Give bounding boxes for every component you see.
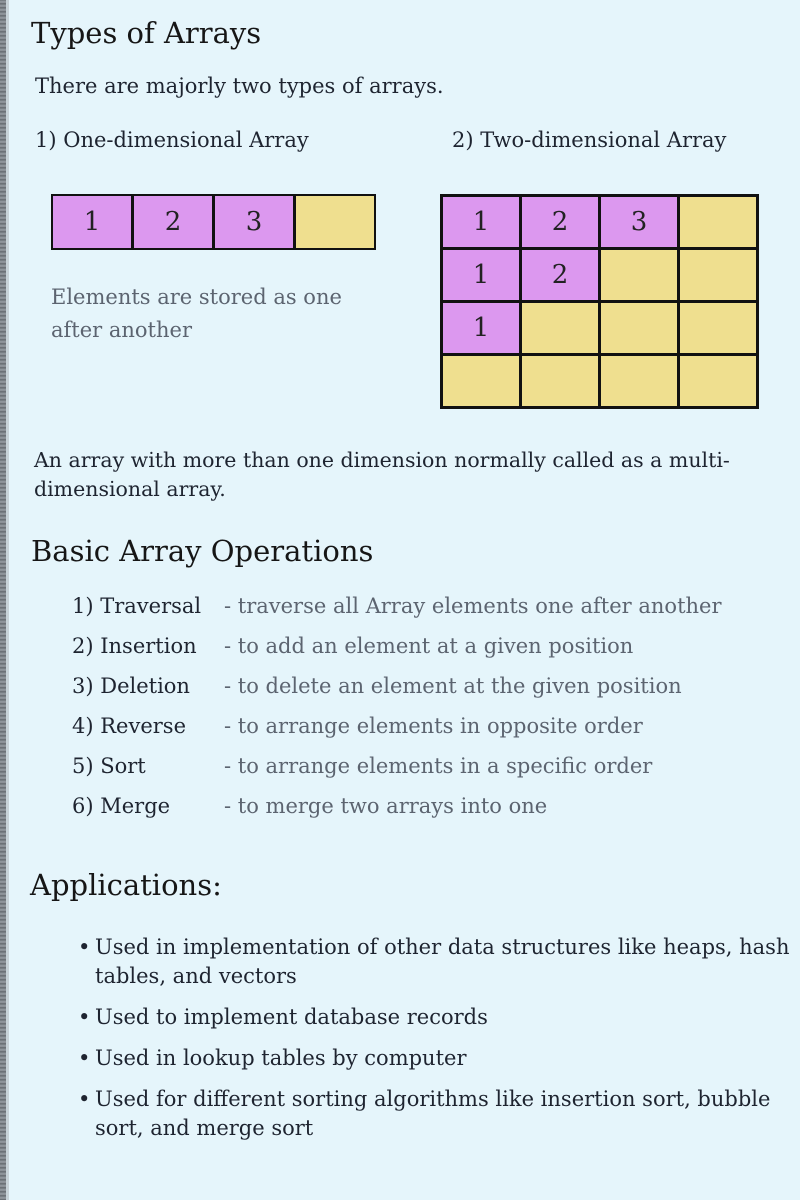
types-intro: There are majorly two types of arrays. <box>35 74 444 98</box>
two-d-cell <box>680 250 756 300</box>
operation-name: 3) Deletion <box>72 674 190 698</box>
bullet-icon: • <box>78 1087 91 1111</box>
two-d-cell: 3 <box>601 197 677 247</box>
two-d-cell: 1 <box>443 250 519 300</box>
operation-name: 1) Traversal <box>72 594 202 618</box>
application-item: • Used to implement database records <box>78 1003 793 1032</box>
operation-desc: - to delete an element at the given posi… <box>224 674 682 698</box>
types-title: Types of Arrays <box>31 16 262 50</box>
operations-list: 1) Traversal - traverse all Array elemen… <box>72 594 722 834</box>
one-d-label: 1) One-dimensional Array <box>35 128 309 152</box>
two-d-cell: 1 <box>443 197 519 247</box>
operation-name: 5) Sort <box>72 754 146 778</box>
one-d-cell: 1 <box>53 196 131 248</box>
application-item: • Used for different sorting algorithms … <box>78 1085 793 1143</box>
applications-list: • Used in implementation of other data s… <box>78 933 793 1155</box>
two-d-cell <box>680 356 756 406</box>
two-d-cell <box>601 356 677 406</box>
two-d-cell <box>522 303 598 353</box>
operation-name: 6) Merge <box>72 794 171 818</box>
two-d-cell <box>443 356 519 406</box>
two-d-cell <box>522 356 598 406</box>
two-d-cell <box>601 303 677 353</box>
operation-desc: - to arrange elements in opposite order <box>224 714 643 738</box>
one-d-note: Elements are stored as one after another <box>51 285 342 342</box>
one-d-cell: 2 <box>134 196 212 248</box>
operation-desc: - to arrange elements in a specific orde… <box>224 754 653 778</box>
bullet-icon: • <box>78 1005 91 1029</box>
application-text: Used to implement database records <box>95 1005 488 1029</box>
one-d-cell: 3 <box>215 196 293 248</box>
two-d-cell <box>680 303 756 353</box>
two-d-label: 2) Two-dimensional Array <box>452 128 727 152</box>
application-item: • Used in implementation of other data s… <box>78 933 793 991</box>
operations-title: Basic Array Operations <box>31 534 374 568</box>
bullet-icon: • <box>78 1046 91 1070</box>
two-d-cell <box>680 197 756 247</box>
application-text: Used in lookup tables by computer <box>95 1046 467 1070</box>
application-text: Used for different sorting algorithms li… <box>95 1087 771 1140</box>
one-d-cell <box>296 196 374 248</box>
bullet-icon: • <box>78 935 91 959</box>
operation-row: 2) Insertion - to add an element at a gi… <box>72 634 722 674</box>
one-d-array-diagram: 1 2 3 <box>51 194 376 250</box>
two-d-cell: 2 <box>522 197 598 247</box>
two-d-cell <box>601 250 677 300</box>
operation-desc: - to add an element at a given position <box>224 634 634 658</box>
operation-desc: - to merge two arrays into one <box>224 794 548 818</box>
operation-row: 6) Merge - to merge two arrays into one <box>72 794 722 834</box>
operation-row: 1) Traversal - traverse all Array elemen… <box>72 594 722 634</box>
page-left-edge <box>0 0 9 1200</box>
operation-name: 2) Insertion <box>72 634 197 658</box>
applications-title: Applications: <box>30 868 222 902</box>
multi-dimensional-note: An array with more than one dimension no… <box>34 448 730 501</box>
application-item: • Used in lookup tables by computer <box>78 1044 793 1073</box>
operation-row: 5) Sort - to arrange elements in a speci… <box>72 754 722 794</box>
application-text: Used in implementation of other data str… <box>95 935 790 988</box>
two-d-array-diagram: 1 2 3 1 2 1 <box>440 194 759 409</box>
operation-row: 3) Deletion - to delete an element at th… <box>72 674 722 714</box>
two-d-cell: 2 <box>522 250 598 300</box>
operation-name: 4) Reverse <box>72 714 187 738</box>
operation-desc: - traverse all Array elements one after … <box>224 594 722 618</box>
operation-row: 4) Reverse - to arrange elements in oppo… <box>72 714 722 754</box>
two-d-cell: 1 <box>443 303 519 353</box>
